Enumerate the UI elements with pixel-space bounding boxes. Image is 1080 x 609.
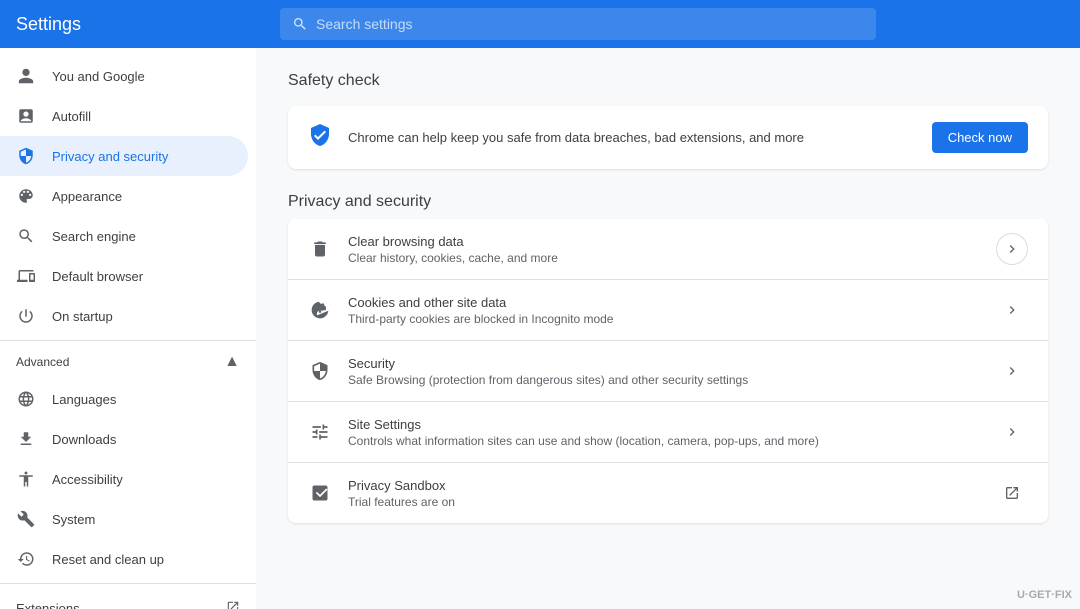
cookies-content: Cookies and other site data Third-party … [348,295,980,326]
layout: You and Google Autofill Privacy and secu… [0,48,1080,609]
safety-check-title: Safety check [288,72,1048,90]
site-settings-icon [308,420,332,444]
security-action[interactable] [996,355,1028,387]
privacy-sandbox-action[interactable] [996,477,1028,509]
autofill-icon [16,106,36,126]
watermark: U·GET·FIX [1017,589,1072,601]
site-settings-title: Site Settings [348,417,980,432]
settings-title: Settings [16,14,264,35]
security-title: Security [348,356,980,371]
power-icon [16,306,36,326]
chevron-up-icon: ▲ [224,353,240,371]
sidebar-item-autofill[interactable]: Autofill [0,96,248,136]
clear-browsing-data-subtitle: Clear history, cookies, cache, and more [348,251,980,265]
sidebar-divider-2 [0,583,256,584]
settings-row-security[interactable]: Security Safe Browsing (protection from … [288,341,1048,402]
sidebar-label-privacy-and-security: Privacy and security [52,149,168,164]
sidebar-item-reset-and-clean-up[interactable]: Reset and clean up [0,539,248,579]
security-shield-icon [308,359,332,383]
accessibility-icon [16,469,36,489]
privacy-settings-list: Clear browsing data Clear history, cooki… [288,219,1048,523]
advanced-label: Advanced [16,355,69,369]
sidebar-item-extensions[interactable]: Extensions [0,588,256,609]
sidebar-item-languages[interactable]: Languages [0,379,248,419]
sidebar-item-you-and-google[interactable]: You and Google [0,56,248,96]
wrench-icon [16,509,36,529]
security-subtitle: Safe Browsing (protection from dangerous… [348,373,980,387]
privacy-sandbox-subtitle: Trial features are on [348,495,980,509]
sidebar-divider [0,340,256,341]
sidebar-item-search-engine[interactable]: Search engine [0,216,248,256]
circle-arrow-icon [996,233,1028,265]
settings-row-cookies[interactable]: Cookies and other site data Third-party … [288,280,1048,341]
cookie-icon [308,298,332,322]
sidebar-label-default-browser: Default browser [52,269,143,284]
globe-icon [16,389,36,409]
clear-browsing-data-content: Clear browsing data Clear history, cooki… [348,234,980,265]
site-settings-content: Site Settings Controls what information … [348,417,980,448]
search-icon [292,16,308,32]
main-content: Safety check Chrome can help keep you sa… [256,48,1080,609]
palette-icon [16,186,36,206]
search-bar[interactable] [280,8,876,40]
privacy-section-title: Privacy and security [288,193,1048,211]
sidebar-item-accessibility[interactable]: Accessibility [0,459,248,499]
history-icon [16,549,36,569]
privacy-sandbox-content: Privacy Sandbox Trial features are on [348,478,980,509]
security-content: Security Safe Browsing (protection from … [348,356,980,387]
sidebar-label-accessibility: Accessibility [52,472,123,487]
sidebar: You and Google Autofill Privacy and secu… [0,48,256,609]
check-now-button[interactable]: Check now [932,122,1028,153]
settings-row-site-settings[interactable]: Site Settings Controls what information … [288,402,1048,463]
safety-check-description: Chrome can help keep you safe from data … [348,130,916,145]
sidebar-item-downloads[interactable]: Downloads [0,419,248,459]
sidebar-label-languages: Languages [52,392,116,407]
sidebar-label-on-startup: On startup [52,309,113,324]
sidebar-item-appearance[interactable]: Appearance [0,176,248,216]
advanced-section-header[interactable]: Advanced ▲ [0,345,256,379]
sidebar-label-autofill: Autofill [52,109,91,124]
extensions-label: Extensions [16,601,80,609]
clear-browsing-data-title: Clear browsing data [348,234,980,249]
sidebar-label-appearance: Appearance [52,189,122,204]
search-engine-icon [16,226,36,246]
sidebar-item-system[interactable]: System [0,499,248,539]
shield-icon [16,146,36,166]
sidebar-label-system: System [52,512,95,527]
sandbox-icon [308,481,332,505]
clear-browsing-data-action[interactable] [996,233,1028,265]
safety-shield-icon [308,123,332,152]
download-icon [16,429,36,449]
external-link-icon [226,600,240,609]
person-icon [16,66,36,86]
safety-check-card: Chrome can help keep you safe from data … [288,106,1048,169]
privacy-sandbox-title: Privacy Sandbox [348,478,980,493]
settings-row-privacy-sandbox[interactable]: Privacy Sandbox Trial features are on [288,463,1048,523]
cookies-action[interactable] [996,294,1028,326]
cookies-title: Cookies and other site data [348,295,980,310]
sidebar-item-on-startup[interactable]: On startup [0,296,248,336]
browser-icon [16,266,36,286]
trash-icon [308,237,332,261]
cookies-subtitle: Third-party cookies are blocked in Incog… [348,312,980,326]
sidebar-label-downloads: Downloads [52,432,116,447]
sidebar-label-reset-and-clean-up: Reset and clean up [52,552,164,567]
site-settings-subtitle: Controls what information sites can use … [348,434,980,448]
sidebar-label-you-and-google: You and Google [52,69,145,84]
sidebar-item-default-browser[interactable]: Default browser [0,256,248,296]
search-input[interactable] [316,16,864,32]
sidebar-item-privacy-and-security[interactable]: Privacy and security [0,136,248,176]
site-settings-action[interactable] [996,416,1028,448]
sidebar-label-search-engine: Search engine [52,229,136,244]
header: Settings [0,0,1080,48]
settings-row-clear-browsing-data[interactable]: Clear browsing data Clear history, cooki… [288,219,1048,280]
